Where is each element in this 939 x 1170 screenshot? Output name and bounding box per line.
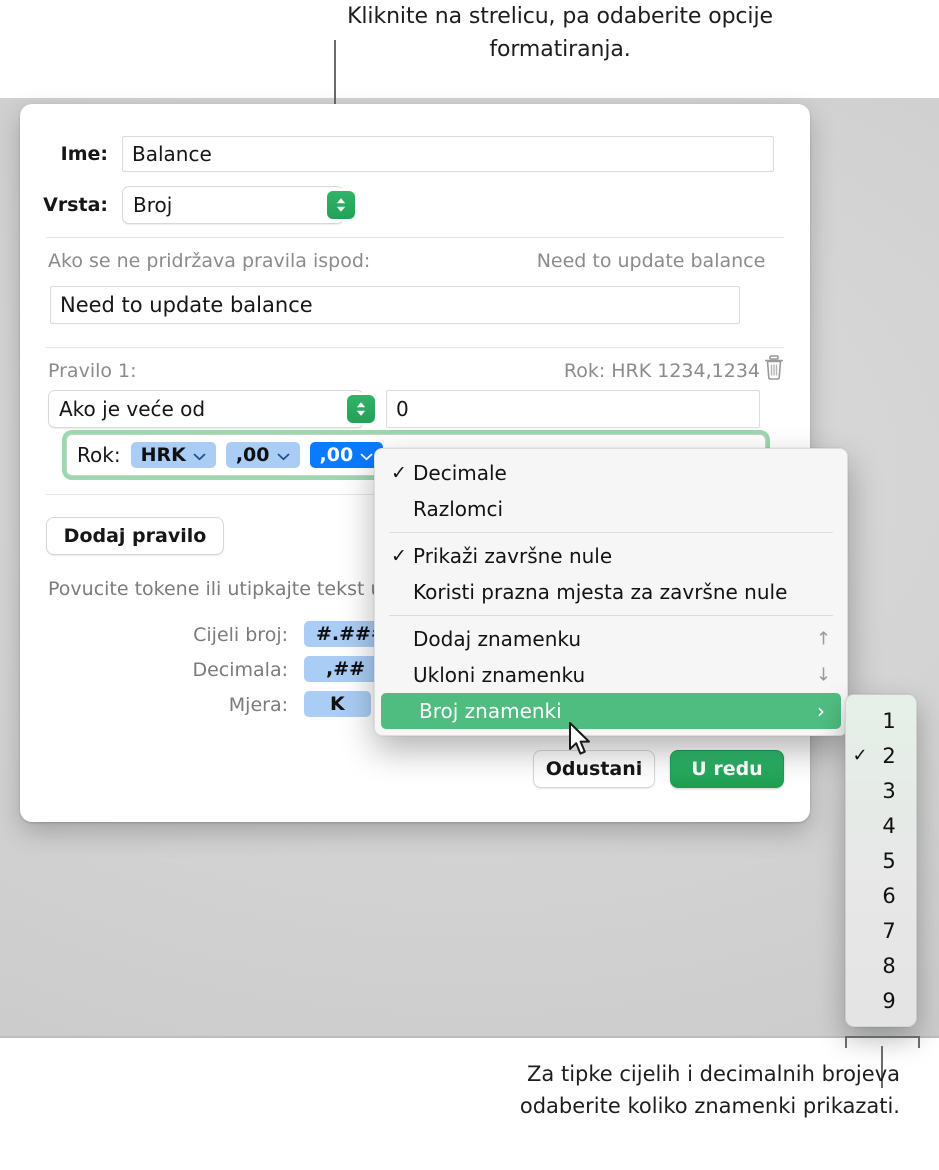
threshold-input[interactable]: 0	[386, 390, 760, 428]
arrow-up-icon: ↑	[815, 628, 831, 650]
chevron-down-icon[interactable]	[277, 444, 290, 466]
menu-item-label: Decimale	[413, 461, 507, 485]
menu-item-label: Prikaži završne nule	[413, 544, 613, 568]
submenu-item-4[interactable]: 4	[846, 808, 916, 843]
rule-label: Pravilo 1:	[48, 360, 137, 382]
submenu-item-value: 3	[882, 778, 896, 803]
legend-label-unit: Mjera:	[228, 694, 288, 716]
token-currency[interactable]: HRK	[130, 442, 216, 468]
submenu-item-7[interactable]: 7	[846, 913, 916, 948]
fallback-preview: Need to update balance	[536, 250, 766, 272]
submenu-item-value: 7	[882, 918, 896, 943]
divider-2	[46, 347, 784, 348]
rule-preview: Rok: HRK 1234,1234	[563, 360, 760, 382]
menu-item-label: Ukloni znamenku	[413, 663, 586, 687]
menu-item-number-of-digits[interactable]: Broj znamenki ›	[381, 693, 841, 729]
menu-item-label: Razlomci	[413, 497, 504, 521]
chevron-down-icon[interactable]	[360, 444, 373, 466]
token-integer-decimals[interactable]: ,00	[225, 442, 300, 468]
name-input[interactable]: Balance	[122, 136, 774, 172]
type-popup-value: Broj	[133, 193, 173, 217]
menu-separator	[389, 615, 833, 616]
chevron-right-icon: ›	[817, 699, 825, 723]
submenu-item-value: 1	[882, 708, 896, 733]
fallback-label: Ako se ne pridržava pravila ispod:	[48, 250, 371, 272]
chevron-down-icon[interactable]	[193, 444, 206, 466]
add-rule-button[interactable]: Dodaj pravilo	[46, 517, 224, 555]
legend-token-unit[interactable]: K	[304, 691, 371, 717]
divider-1	[46, 237, 784, 238]
chevron-updown-icon[interactable]	[347, 395, 375, 423]
condition-popup-value: Ako je veće od	[59, 397, 206, 421]
menu-item-use-spaces-trailing-zeros[interactable]: Koristi prazna mjesta za završne nule	[375, 574, 847, 610]
type-popup-button[interactable]: Broj	[122, 186, 355, 224]
legend-label-integer: Cijeli broj:	[193, 624, 288, 646]
arrow-down-icon: ↓	[815, 664, 831, 686]
number-format-context-menu: ✓ Decimale Razlomci ✓ Prikaži završne nu…	[374, 448, 848, 736]
checkmark-icon: ✓	[852, 745, 868, 766]
menu-item-show-trailing-zeros[interactable]: ✓ Prikaži završne nule	[375, 538, 847, 574]
submenu-item-6[interactable]: 6	[846, 878, 916, 913]
token-integer-decimals-label: ,00	[235, 444, 270, 466]
chevron-updown-icon[interactable]	[327, 191, 355, 219]
token-editor-prefix: Rok:	[77, 443, 121, 467]
menu-item-razlomci[interactable]: Razlomci	[375, 491, 847, 527]
token-decimals-selected-label: ,00	[319, 444, 354, 466]
legend-label-decimal: Decimala:	[192, 659, 288, 681]
submenu-item-5[interactable]: 5	[846, 843, 916, 878]
submenu-item-value: 4	[882, 813, 896, 838]
submenu-item-9[interactable]: 9	[846, 983, 916, 1018]
menu-item-decimale[interactable]: ✓ Decimale	[375, 455, 847, 491]
type-row: Vrsta: Broj	[20, 186, 810, 224]
submenu-item-value: 9	[882, 988, 896, 1013]
digit-count-submenu: 1 ✓ 2 3 4 5 6 7 8 9	[845, 694, 917, 1027]
submenu-item-3[interactable]: 3	[846, 773, 916, 808]
submenu-item-value: 6	[882, 883, 896, 908]
menu-item-label: Koristi prazna mjesta za završne nule	[413, 580, 788, 604]
menu-item-remove-digit[interactable]: Ukloni znamenku ↓	[375, 657, 847, 693]
menu-item-label: Dodaj znamenku	[413, 627, 582, 651]
submenu-item-value: 5	[882, 848, 896, 873]
name-row: Ime: Balance	[20, 136, 810, 172]
menu-separator	[389, 532, 833, 533]
name-label: Ime:	[60, 143, 108, 165]
token-decimals-selected[interactable]: ,00	[309, 442, 384, 468]
checkmark-icon: ✓	[391, 462, 407, 484]
token-currency-label: HRK	[140, 444, 186, 466]
type-label: Vrsta:	[43, 194, 108, 216]
submenu-item-value: 2	[882, 743, 896, 768]
ok-button[interactable]: U redu	[670, 750, 784, 788]
condition-popup-button[interactable]: Ako je veće od	[48, 390, 375, 428]
callout-bottom-text: Za tipke cijelih i decimalnih brojeva od…	[519, 1062, 900, 1118]
menu-item-label: Broj znamenki	[419, 699, 562, 723]
submenu-item-2[interactable]: ✓ 2	[846, 738, 916, 773]
fallback-input[interactable]: Need to update balance	[50, 286, 740, 324]
submenu-item-8[interactable]: 8	[846, 948, 916, 983]
callout-top-text: Kliknite na strelicu, pa odaberite opcij…	[347, 4, 773, 62]
submenu-item-1[interactable]: 1	[846, 703, 916, 738]
trash-icon[interactable]	[762, 354, 786, 387]
cancel-button[interactable]: Odustani	[533, 750, 655, 788]
menu-item-add-digit[interactable]: Dodaj znamenku ↑	[375, 621, 847, 657]
checkmark-icon: ✓	[391, 545, 407, 567]
mouse-cursor	[568, 722, 594, 763]
submenu-item-value: 8	[882, 953, 896, 978]
